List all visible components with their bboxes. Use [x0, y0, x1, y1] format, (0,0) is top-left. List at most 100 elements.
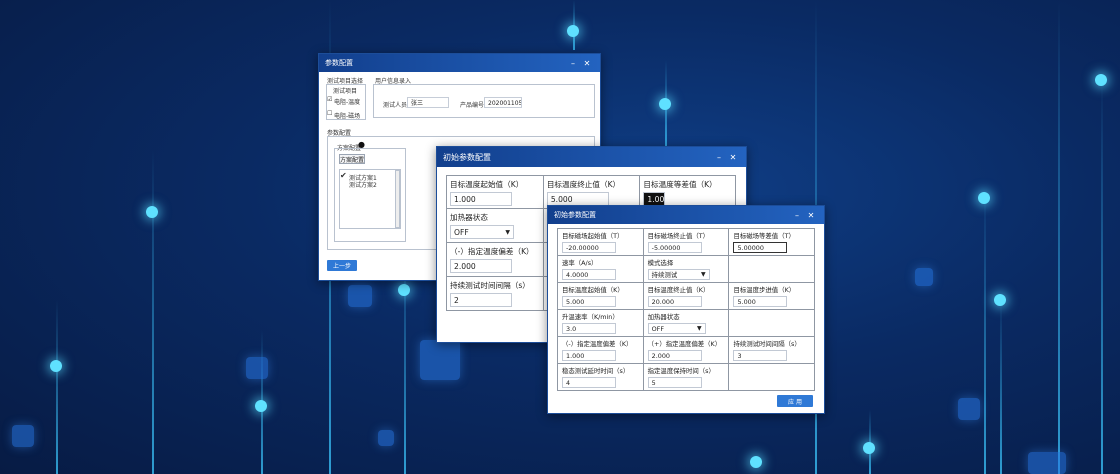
titlebar: 初始参数配置 – ✕ — [548, 206, 824, 224]
product-no-input[interactable]: 202001105 — [484, 97, 522, 108]
heater-value: OFF — [651, 324, 665, 333]
chevron-down-icon: ▼ — [701, 270, 706, 278]
bg-glow-dot — [994, 294, 1006, 306]
scheme-config-button[interactable]: 方案配置 — [339, 154, 365, 164]
bg-square — [915, 268, 933, 286]
step-temp-input[interactable]: 1.000 — [643, 192, 666, 206]
step-temp-input[interactable]: 5.000 — [733, 296, 788, 307]
bg-glow-dot — [659, 98, 671, 110]
deviation-label: （-）指定温度偏差（K） — [450, 247, 534, 256]
close-icon[interactable]: ✕ — [726, 153, 740, 162]
window-title: 初始参数配置 — [554, 211, 596, 219]
end-temp-input[interactable]: 20.000 — [647, 296, 702, 307]
checkbox-icon[interactable]: ☐ — [327, 110, 332, 117]
test-list-header: 测试项目 — [333, 88, 358, 95]
keep-time-input[interactable]: 5 — [647, 377, 702, 388]
rate-input[interactable]: 4.0000 — [562, 269, 616, 280]
step-temp-label: 目标温度等差值（K） — [643, 180, 717, 189]
bg-glow-dot — [1095, 74, 1107, 86]
pos-deviation-input[interactable]: 2.000 — [647, 350, 702, 361]
keep-time-label: 指定温度保持时间（s） — [647, 367, 715, 375]
bg-glow-dot — [50, 360, 62, 372]
product-no-label: 产品编号 — [460, 102, 485, 109]
titlebar: 初始参数配置 – ✕ — [437, 147, 746, 167]
interval-input[interactable]: 3 — [733, 350, 788, 361]
chevron-down-icon: ▼ — [505, 228, 510, 236]
bg-glow-line — [152, 150, 154, 474]
step-field-input[interactable]: 5.00000 — [733, 242, 788, 253]
close-icon[interactable]: ✕ — [580, 59, 594, 68]
start-field-label: 目标磁场起始值（T） — [562, 232, 624, 240]
start-temp-label: 目标温度起始值（K） — [562, 286, 624, 294]
neg-deviation-input[interactable]: 1.000 — [562, 350, 616, 361]
scrollbar[interactable] — [395, 170, 400, 228]
step-field-label: 目标磁场等差值（T） — [733, 232, 795, 240]
minimize-icon[interactable]: – — [790, 211, 804, 220]
rate-label: 速率（A/s） — [562, 259, 598, 267]
minimize-icon[interactable]: – — [712, 153, 726, 162]
heater-label: 加热器状态 — [647, 313, 680, 321]
interval-label: 持续测试时间间隔（s） — [450, 281, 530, 290]
bg-glow-line — [56, 300, 58, 474]
param-table: 目标磁场起始值（T） -20.00000 目标磁场终止值（T） -5.00000… — [557, 228, 815, 391]
bg-glow-line — [1101, 80, 1103, 474]
minimize-icon[interactable]: – — [566, 59, 580, 68]
bg-glow-dot — [398, 284, 410, 296]
neg-deviation-label: （-）指定温度偏差（K） — [562, 340, 633, 348]
mode-select[interactable]: 持续测试 ▼ — [647, 269, 710, 280]
window-title: 初始参数配置 — [443, 152, 491, 162]
end-field-input[interactable]: -5.00000 — [647, 242, 702, 253]
bg-square — [378, 430, 394, 446]
scheme-item[interactable]: 测试方案2 — [349, 180, 377, 189]
bg-square — [246, 357, 268, 379]
start-field-input[interactable]: -20.00000 — [562, 242, 616, 253]
start-temp-input[interactable]: 5.000 — [562, 296, 616, 307]
bg-square — [12, 425, 34, 447]
start-temp-label: 目标温度起始值（K） — [450, 180, 524, 189]
checkbox-icon[interactable]: ✔ — [340, 171, 347, 180]
mode-value: 持续测试 — [651, 270, 678, 279]
bg-glow-dot — [146, 206, 158, 218]
bg-glow-dot — [978, 192, 990, 204]
start-temp-input[interactable]: 1.000 — [450, 192, 512, 206]
tester-input[interactable]: 张三 — [407, 97, 449, 108]
hold-time-label: 稳态测试延时时间（s） — [562, 367, 630, 375]
bg-glow-dot — [863, 442, 875, 454]
titlebar: 参数配置 – ✕ — [319, 54, 600, 72]
interval-input[interactable]: 2 — [450, 293, 512, 307]
apply-button[interactable]: 应 用 — [777, 395, 813, 407]
step-temp-label: 目标温度步进值（K） — [733, 286, 796, 294]
interval-label: 持续测试时间间隔（s） — [733, 340, 801, 348]
heater-label: 加热器状态 — [450, 213, 488, 222]
pos-deviation-label: （+）指定温度偏差（K） — [647, 340, 722, 348]
test-item-label: 电阻-磁场 — [334, 113, 361, 120]
bg-glow-line — [1058, 0, 1060, 474]
test-item-label: 电阻-温度 — [334, 99, 361, 106]
bg-square — [958, 398, 980, 420]
bg-square — [1028, 452, 1066, 474]
hold-time-input[interactable]: 4 — [562, 377, 616, 388]
bg-glow-line — [1000, 300, 1002, 474]
bg-square — [348, 285, 372, 307]
heater-select[interactable]: OFF ▼ — [647, 323, 706, 334]
checkbox-icon[interactable]: ☑ — [327, 96, 332, 103]
bg-glow-line — [984, 190, 986, 474]
tester-label: 测试人员 — [383, 102, 408, 109]
bg-glow-dot — [567, 25, 579, 37]
end-temp-input[interactable]: 5.000 — [546, 192, 609, 206]
end-temp-label: 目标温度终止值（K） — [546, 180, 621, 189]
heater-value: OFF — [454, 227, 469, 237]
bg-glow-dot — [750, 456, 762, 468]
heater-select[interactable]: OFF ▼ — [450, 225, 514, 239]
bg-square — [420, 340, 460, 380]
end-temp-label: 目标温度终止值（K） — [647, 286, 710, 294]
window-title: 参数配置 — [325, 59, 353, 67]
close-icon[interactable]: ✕ — [804, 211, 818, 220]
chevron-down-icon: ▼ — [697, 324, 702, 332]
init-param-window-full: 初始参数配置 – ✕ 目标磁场起始值（T） -20.00000 目标磁场终止值（… — [547, 205, 825, 414]
heat-rate-input[interactable]: 3.0 — [562, 323, 616, 334]
back-button[interactable]: 上一步 — [327, 260, 357, 271]
mode-label: 模式选择 — [647, 259, 674, 267]
bg-glow-dot — [255, 400, 267, 412]
deviation-input[interactable]: 2.000 — [450, 259, 512, 273]
